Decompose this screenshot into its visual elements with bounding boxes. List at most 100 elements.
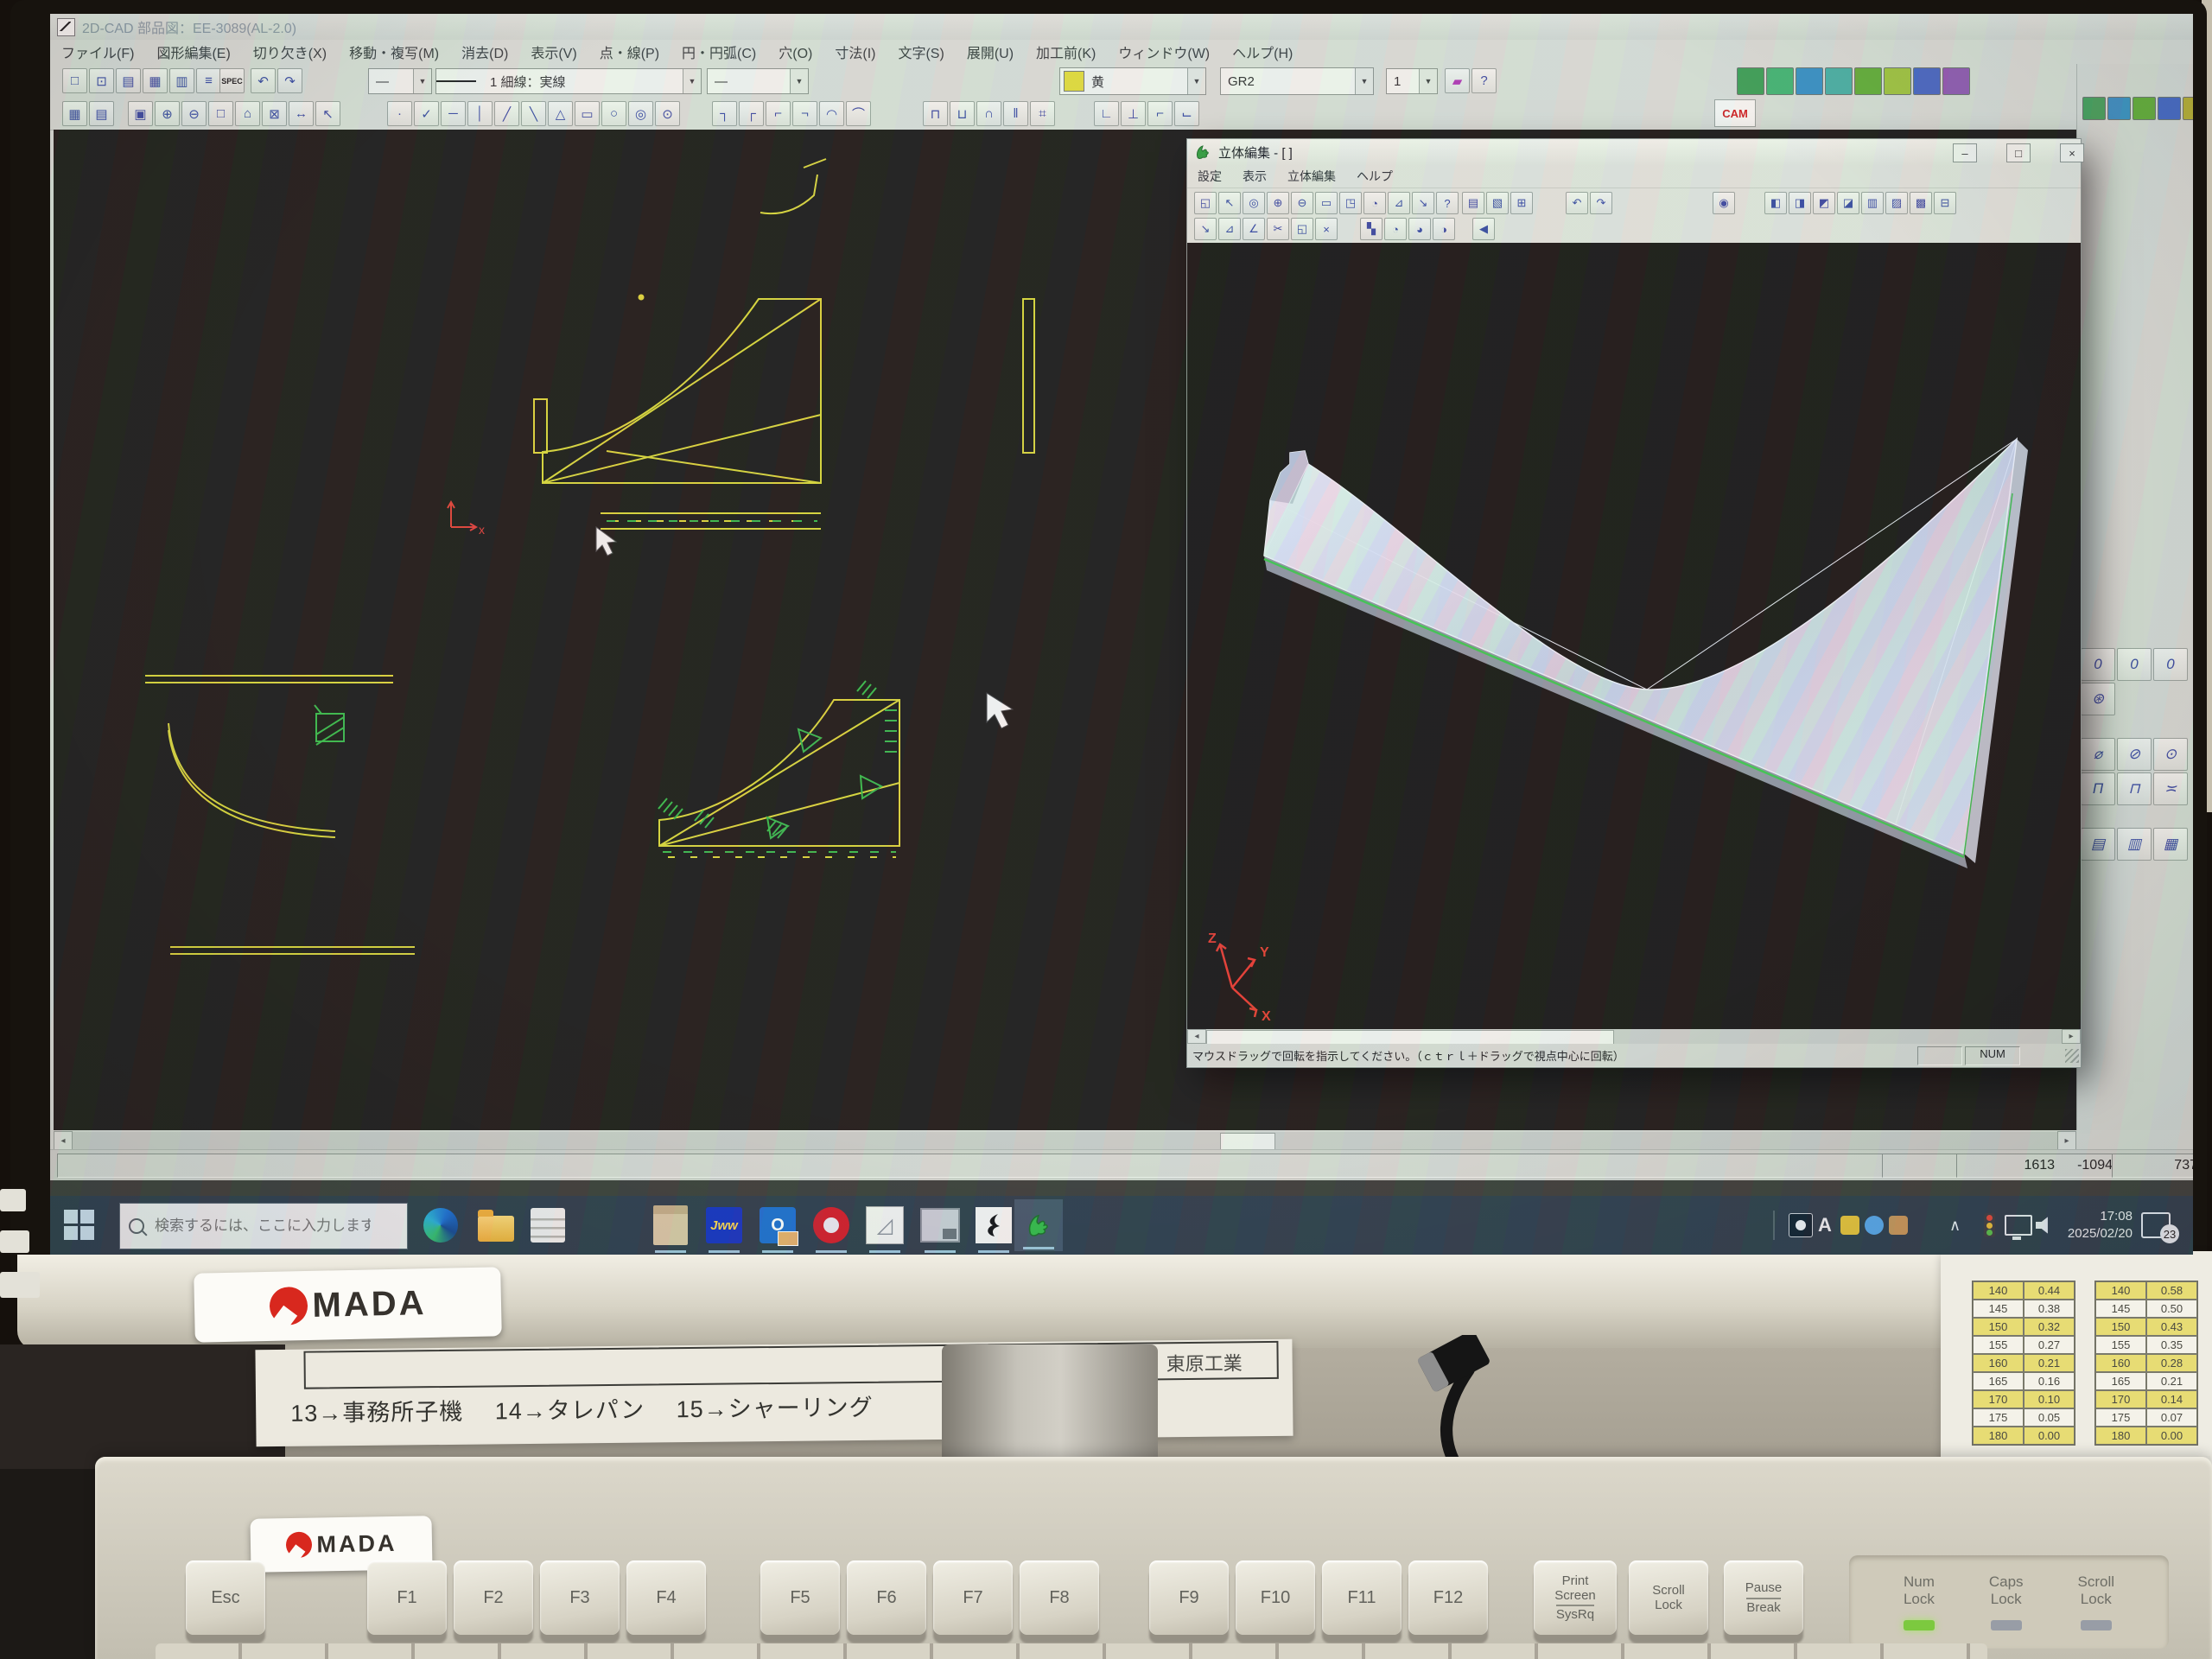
zoom-tool-button[interactable]: ⌂ xyxy=(235,101,260,126)
bend-3d-button[interactable]: ◕ xyxy=(1408,218,1431,240)
menu-item[interactable]: 消去(D) xyxy=(450,41,519,62)
shape-tool-button[interactable]: ⊔ xyxy=(950,101,975,126)
menu-item[interactable]: 円・円弧(C) xyxy=(671,41,767,62)
menu-item-3d[interactable]: 表示 xyxy=(1232,168,1277,185)
measure-3d-button[interactable]: ↘ xyxy=(1194,218,1217,240)
close-button[interactable]: × xyxy=(2060,143,2084,162)
resize-grip[interactable] xyxy=(2065,1049,2079,1063)
menu-item[interactable]: ウィンドウ(W) xyxy=(1107,41,1221,62)
machine-tool-button[interactable] xyxy=(1825,67,1853,95)
scroll-thumb[interactable] xyxy=(1206,1030,1614,1045)
chevron-down-icon[interactable]: ▼ xyxy=(683,69,701,93)
file-tool-button[interactable]: ⊡ xyxy=(89,68,114,93)
menu-item[interactable]: 点・線(P) xyxy=(588,41,671,62)
face-tool-3d-button[interactable]: ◪ xyxy=(1837,192,1859,214)
cam-button[interactable]: CAM xyxy=(1714,99,1756,127)
taskbar-mail-icon[interactable] xyxy=(527,1205,569,1246)
menu-item-3d[interactable]: ヘルプ xyxy=(1346,168,1403,185)
chevron-down-icon[interactable]: ▼ xyxy=(1355,68,1373,94)
taskbar-draft-icon[interactable]: ◿ xyxy=(864,1205,906,1246)
view-tool-3d-button[interactable]: ◳ xyxy=(1339,192,1362,214)
menu-item[interactable]: 穴(O) xyxy=(767,41,823,62)
menu-item[interactable]: 図形編集(E) xyxy=(145,41,241,62)
help-pointer-icon[interactable]: ? xyxy=(1471,68,1497,93)
draw-tool-button[interactable]: ─ xyxy=(441,101,466,126)
zoom-tool-button[interactable]: ▣ xyxy=(128,101,153,126)
panel-tool-button[interactable] xyxy=(2082,97,2106,120)
line-style-dropdown[interactable]: 1 細線：実線 ▼ xyxy=(435,68,702,94)
taskbar-2dcad-icon[interactable] xyxy=(973,1205,1014,1246)
view-tool-button[interactable]: ▤ xyxy=(89,101,114,126)
view-tool-3d-button[interactable]: ⊖ xyxy=(1291,192,1313,214)
draw-tool-button[interactable]: ▭ xyxy=(575,101,600,126)
tray-network[interactable] xyxy=(2005,1196,2032,1255)
chevron-down-icon[interactable]: ▼ xyxy=(790,69,808,93)
ellipse-tool-button[interactable]: 0 xyxy=(2081,648,2115,681)
angle-tool-button[interactable]: ⊥ xyxy=(1121,101,1146,126)
scroll-left-icon[interactable]: ◂ xyxy=(1187,1029,1206,1044)
draw-tool-button[interactable]: │ xyxy=(467,101,493,126)
scroll-thumb[interactable] xyxy=(1220,1133,1275,1150)
shape-tool-button[interactable]: ⌗ xyxy=(1030,101,1055,126)
pen-dropdown[interactable]: 1 ▼ xyxy=(1386,68,1438,94)
start-button[interactable] xyxy=(64,1210,95,1241)
menu-item-3d[interactable]: 設定 xyxy=(1187,168,1232,185)
view-tool-3d-button[interactable]: ⊕ xyxy=(1267,192,1289,214)
panel-tool-button[interactable] xyxy=(2158,97,2181,120)
taskbar-box-app-icon[interactable] xyxy=(650,1205,691,1246)
menu-item[interactable]: 文字(S) xyxy=(887,41,955,62)
line-type-dropdown[interactable]: — ▼ xyxy=(368,68,432,94)
scroll-left-icon[interactable]: ◂ xyxy=(54,1131,73,1150)
circle-tool-button[interactable]: ⊙ xyxy=(2153,738,2188,771)
menu-item[interactable]: ヘルプ(H) xyxy=(1221,41,1304,62)
taskbar-explorer-icon[interactable] xyxy=(475,1205,517,1246)
grid-tool-button[interactable]: ▤ xyxy=(2081,828,2115,861)
corner-tool-button[interactable]: ⌐ xyxy=(766,101,791,126)
zoom-tool-button[interactable]: ↔ xyxy=(289,101,314,126)
taskbar-window-app-icon[interactable] xyxy=(919,1205,961,1246)
panel-tool-button[interactable] xyxy=(2107,97,2131,120)
undo-3d-button[interactable]: ↶ xyxy=(1566,192,1588,214)
search-input[interactable] xyxy=(153,1217,372,1236)
tray-icon-3[interactable] xyxy=(1889,1196,1908,1255)
tray-ime[interactable] xyxy=(1789,1196,1813,1255)
dimension-tool-button[interactable]: Π xyxy=(2081,772,2115,805)
scroll-right-icon[interactable]: ▸ xyxy=(2062,1029,2081,1044)
corner-tool-button[interactable]: ¬ xyxy=(792,101,817,126)
grid-tool-button[interactable]: ▥ xyxy=(2117,828,2152,861)
panel-tool-button[interactable] xyxy=(2183,97,2193,120)
machine-tool-button[interactable] xyxy=(1766,67,1794,95)
measure-3d-button[interactable]: ⊿ xyxy=(1218,218,1241,240)
draw-tool-button[interactable]: ◎ xyxy=(628,101,653,126)
maximize-button[interactable]: □ xyxy=(2006,143,2031,162)
draw-tool-button[interactable]: ○ xyxy=(601,101,626,126)
angle-tool-button[interactable]: ∟ xyxy=(1094,101,1119,126)
shape-tool-button[interactable]: ⊓ xyxy=(923,101,948,126)
bend-3d-button[interactable]: ▚ xyxy=(1360,218,1382,240)
view-tool-3d-button[interactable]: ▭ xyxy=(1315,192,1338,214)
tray-clock[interactable]: 17:08 2025/02/20 xyxy=(2058,1208,2133,1255)
zoom-tool-button[interactable]: ↖ xyxy=(315,101,340,126)
draw-tool-button[interactable]: ✓ xyxy=(414,101,439,126)
draw-tool-button[interactable]: ╲ xyxy=(521,101,546,126)
draw-tool-button[interactable]: △ xyxy=(548,101,573,126)
corner-tool-button[interactable]: ◠ xyxy=(819,101,844,126)
view-tool-button[interactable]: ▦ xyxy=(62,101,87,126)
menu-item[interactable]: 展開(U) xyxy=(956,41,1025,62)
menu-item[interactable]: ファイル(F) xyxy=(50,41,145,62)
chevron-down-icon[interactable]: ▼ xyxy=(1187,68,1205,94)
zoom-tool-button[interactable]: ⊖ xyxy=(181,101,207,126)
circle-tool-button[interactable]: ⊘ xyxy=(2117,738,2152,771)
view-tool-3d-button[interactable]: ↘ xyxy=(1412,192,1434,214)
face-tool-3d-button[interactable]: ▩ xyxy=(1910,192,1932,214)
file-tool-button[interactable]: ▦ xyxy=(143,68,168,93)
viewport-hscrollbar[interactable]: ◂ ▸ xyxy=(1187,1029,2081,1044)
tray-notifications[interactable]: 23 xyxy=(2141,1196,2171,1255)
file-tool-button[interactable]: ≡ xyxy=(196,68,221,93)
pen-color-icon[interactable]: ▰ xyxy=(1445,68,1470,93)
ime-mode-indicator[interactable]: A xyxy=(1818,1196,1832,1255)
tray-volume[interactable] xyxy=(2036,1196,2056,1255)
line-width-dropdown[interactable]: — ▼ xyxy=(707,68,809,94)
canvas-hscrollbar[interactable]: ◂ ▸ xyxy=(54,1132,2076,1149)
corner-tool-button[interactable]: ⌒ xyxy=(846,101,871,126)
